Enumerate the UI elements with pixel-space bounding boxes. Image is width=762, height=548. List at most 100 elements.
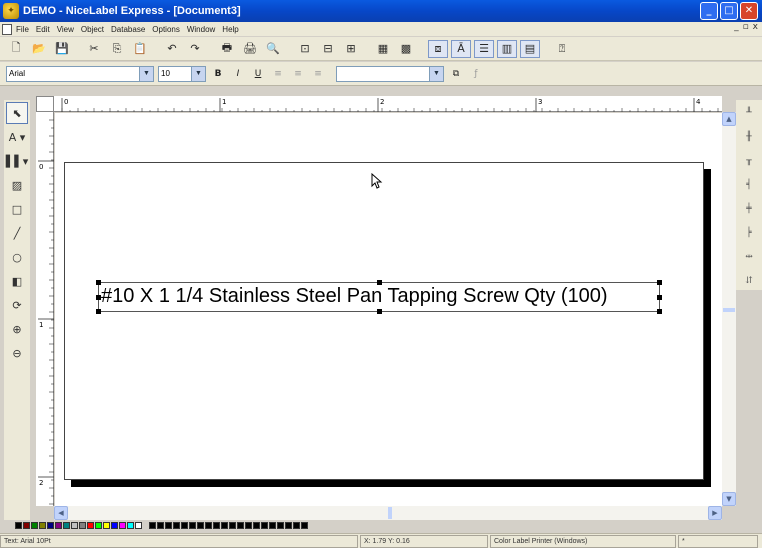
picture-tool[interactable]: ▨ — [6, 174, 28, 196]
scroll-up-button[interactable]: ▲ — [722, 112, 736, 126]
label-canvas[interactable]: #10 X 1 1/4 Stainless Steel Pan Tapping … — [55, 113, 722, 506]
chevron-down-icon[interactable]: ▼ — [139, 66, 153, 81]
align-left-text-icon[interactable]: ≡ — [270, 66, 286, 82]
align-top-icon[interactable]: ╨ — [738, 102, 760, 124]
menu-file[interactable]: File — [16, 25, 29, 34]
italic-button[interactable]: I — [230, 66, 246, 82]
variable-icon[interactable]: ⧉ — [448, 66, 464, 82]
save-icon[interactable]: 💾 — [52, 40, 72, 58]
align-middle-icon[interactable]: ╫ — [738, 126, 760, 148]
color-swatch[interactable] — [165, 521, 172, 529]
document-minimize-button[interactable]: _ — [734, 22, 739, 32]
variable-combo[interactable]: ▼ — [336, 65, 444, 82]
barcode-tool[interactable]: ▌▌▾ — [6, 150, 28, 172]
resize-handle[interactable] — [377, 309, 382, 314]
horizontal-scrollbar[interactable]: ◀ ▶ — [54, 506, 722, 520]
text-object[interactable]: #10 X 1 1/4 Stainless Steel Pan Tapping … — [96, 280, 662, 314]
color-swatch[interactable] — [63, 521, 70, 529]
color-swatch[interactable] — [15, 521, 22, 529]
snap-icon[interactable]: ▩ — [396, 40, 416, 58]
color-swatch[interactable] — [119, 521, 126, 529]
new-document-icon[interactable]: 🗋 — [6, 40, 26, 58]
color-swatch[interactable] — [181, 521, 188, 529]
select-tool[interactable]: ⬉ — [6, 102, 28, 124]
color-swatch[interactable] — [23, 521, 30, 529]
color-swatch[interactable] — [189, 521, 196, 529]
line-tool[interactable]: ╱ — [6, 222, 28, 244]
chevron-down-icon[interactable]: ▼ — [191, 66, 205, 81]
font-name-combo[interactable]: Arial ▼ — [6, 65, 154, 82]
color-swatch[interactable] — [87, 521, 94, 529]
text-tool[interactable]: A ▾ — [6, 126, 28, 148]
scroll-left-button[interactable]: ◀ — [54, 506, 68, 520]
align-center-objects-icon[interactable]: ☰ — [474, 39, 494, 58]
paste-icon[interactable]: 📋 — [130, 40, 150, 58]
color-swatch[interactable] — [301, 521, 308, 529]
underline-button[interactable]: U — [250, 66, 266, 82]
align-text-icon[interactable]: Ā — [451, 39, 471, 58]
color-swatch[interactable] — [173, 521, 180, 529]
color-swatch[interactable] — [111, 521, 118, 529]
color-swatch[interactable] — [237, 521, 244, 529]
color-swatch[interactable] — [213, 521, 220, 529]
align-left-icon[interactable]: ╡ — [738, 174, 760, 196]
menu-edit[interactable]: Edit — [36, 25, 50, 34]
zoom-out-tool[interactable]: ⊖ — [6, 342, 28, 364]
close-button[interactable]: ✕ — [740, 2, 758, 20]
resize-handle[interactable] — [657, 309, 662, 314]
scroll-right-button[interactable]: ▶ — [708, 506, 722, 520]
menu-view[interactable]: View — [57, 25, 74, 34]
color-swatch[interactable] — [103, 521, 110, 529]
print-icon[interactable]: 🖶 — [217, 40, 237, 58]
color-swatch[interactable] — [261, 521, 268, 529]
fill-tool[interactable]: ◧ — [6, 270, 28, 292]
align-bottom-objects-icon[interactable]: ▤ — [520, 39, 540, 58]
label-text[interactable]: #10 X 1 1/4 Stainless Steel Pan Tapping … — [101, 285, 608, 308]
menu-window[interactable]: Window — [187, 25, 215, 34]
color-swatch[interactable] — [79, 521, 86, 529]
resize-handle[interactable] — [96, 309, 101, 314]
resize-handle[interactable] — [657, 280, 662, 285]
font-size-combo[interactable]: 10 ▼ — [158, 65, 206, 82]
color-swatch[interactable] — [135, 521, 142, 529]
align-center-text-icon[interactable]: ≡ — [290, 66, 306, 82]
zoom-custom-icon[interactable]: ⊞ — [341, 40, 361, 58]
nicelabel-app-icon[interactable]: ✦ — [3, 3, 19, 19]
rectangle-tool[interactable]: □ — [6, 198, 28, 220]
align-right-text-icon[interactable]: ≡ — [310, 66, 326, 82]
color-swatch[interactable] — [157, 521, 164, 529]
color-swatch[interactable] — [229, 521, 236, 529]
menu-object[interactable]: Object — [81, 25, 104, 34]
document-close-button[interactable]: x — [753, 22, 758, 32]
resize-handle[interactable] — [657, 295, 662, 300]
rotate-tool[interactable]: ⟳ — [6, 294, 28, 316]
maximize-button[interactable]: □ — [720, 2, 738, 20]
document-restore-button[interactable]: ▫ — [743, 22, 749, 32]
copy-icon[interactable]: ⎘ — [107, 40, 127, 58]
grid-icon[interactable]: ▦ — [373, 40, 393, 58]
color-swatch[interactable] — [55, 521, 62, 529]
color-swatch[interactable] — [197, 521, 204, 529]
vertical-scrollbar[interactable]: ▲ ▼ — [722, 112, 736, 506]
align-bottom-icon[interactable]: ╥ — [738, 150, 760, 172]
minimize-button[interactable]: _ — [700, 2, 718, 20]
color-swatch[interactable] — [269, 521, 276, 529]
color-swatch[interactable] — [95, 521, 102, 529]
color-swatch[interactable] — [47, 521, 54, 529]
bold-button[interactable]: B — [210, 66, 226, 82]
zoom-width-icon[interactable]: ⊟ — [318, 40, 338, 58]
print-preview-icon[interactable]: 🔍 — [263, 40, 283, 58]
menu-database[interactable]: Database — [111, 25, 145, 34]
document-icon[interactable] — [2, 23, 12, 35]
function-icon[interactable]: ƒ — [468, 66, 484, 82]
color-swatch[interactable] — [31, 521, 38, 529]
space-horizontal-icon[interactable]: ⇹ — [738, 246, 760, 268]
menu-options[interactable]: Options — [152, 25, 180, 34]
color-swatch[interactable] — [149, 521, 156, 529]
zoom-in-tool[interactable]: ⊕ — [6, 318, 28, 340]
align-left-objects-icon[interactable]: ⧈ — [428, 39, 448, 58]
color-swatch[interactable] — [285, 521, 292, 529]
help-icon[interactable]: ⍰ — [552, 40, 572, 58]
label-page[interactable]: #10 X 1 1/4 Stainless Steel Pan Tapping … — [64, 162, 704, 480]
chevron-down-icon[interactable]: ▼ — [429, 66, 443, 81]
